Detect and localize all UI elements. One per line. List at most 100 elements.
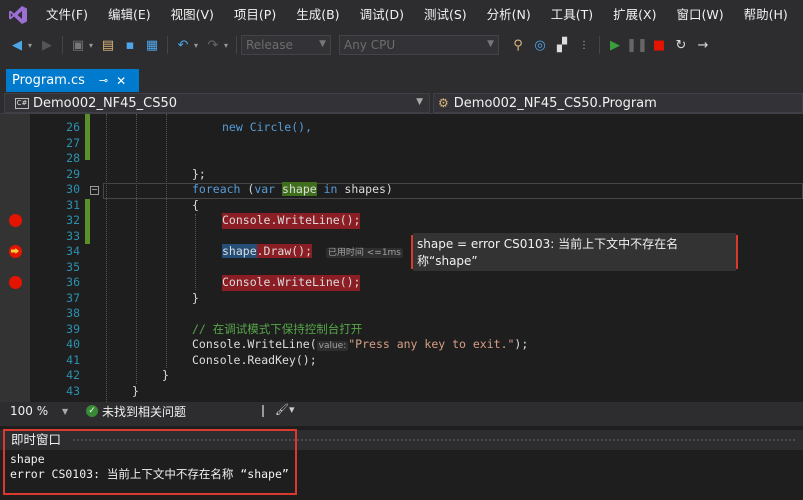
code-text: } <box>192 291 199 305</box>
code-line: 32 Console.WriteLine(); <box>0 213 803 229</box>
line-number: 33 <box>66 229 80 243</box>
line-number: 28 <box>66 151 80 165</box>
continue-icon[interactable]: ▶ <box>604 34 626 56</box>
browser-link-icon[interactable]: ◎ <box>529 34 551 56</box>
chevron-down-icon[interactable]: ▾ <box>28 41 36 50</box>
toolbar-separator <box>599 36 600 54</box>
chevron-down-icon[interactable]: ▾ <box>89 41 97 50</box>
toolbar-options-icon[interactable]: ⋮ <box>573 34 595 56</box>
line-number: 39 <box>66 322 80 336</box>
highlighted-variable[interactable]: shape <box>282 182 317 196</box>
restart-icon[interactable]: ↻ <box>670 34 692 56</box>
open-file-icon[interactable]: ▤ <box>97 34 119 56</box>
line-number: 42 <box>66 368 80 382</box>
solution-platform-value: Any CPU <box>344 38 396 52</box>
code-text: foreach (var shape in shapes) <box>192 182 393 198</box>
code-line: 30 foreach (var shape in shapes) <box>0 182 803 198</box>
menu-test[interactable]: 测试(S) <box>414 0 477 30</box>
code-line: 28 <box>0 151 803 167</box>
save-all-icon[interactable]: ▦ <box>141 34 163 56</box>
code-text: Console.WriteLine(value: "Press any key t… <box>192 337 528 355</box>
navigation-bar: C# Demo002_NF45_CS50 ▼ ⚙ Demo002_NF45_CS… <box>0 92 803 114</box>
code-text: ( <box>240 182 255 196</box>
menu-help[interactable]: 帮助(H) <box>734 0 798 30</box>
new-project-icon[interactable]: ▣ <box>67 34 89 56</box>
code-text: new Circle(), <box>222 120 312 136</box>
close-icon[interactable]: ✕ <box>116 74 126 88</box>
stop-icon[interactable]: ■ <box>648 34 670 56</box>
code-line: 42 } <box>0 368 803 384</box>
code-text: Console.WriteLine( <box>192 337 317 351</box>
menu-tools[interactable]: 工具(T) <box>541 0 603 30</box>
code-line: 31 { <box>0 198 803 214</box>
horizontal-scrollbar[interactable] <box>262 405 264 417</box>
debug-datatip[interactable]: shape = error CS0103: 当前上下文中不存在名称“shape” <box>411 233 738 271</box>
project-select[interactable]: C# Demo002_NF45_CS50 ▼ <box>4 93 430 113</box>
breakpoint-code-text: .Draw(); <box>256 244 313 258</box>
selected-variable[interactable]: shape <box>222 244 257 258</box>
perf-tip[interactable]: 已用时间 <=1ms <box>325 248 404 258</box>
code-line: 41 Console.ReadKey(); <box>0 353 803 369</box>
line-number: 31 <box>66 198 80 212</box>
code-line: 29 }; <box>0 167 803 183</box>
code-comment: // 在调试模式下保持控制台打开 <box>192 322 363 336</box>
save-icon[interactable]: ▪ <box>119 34 141 56</box>
line-number: 37 <box>66 291 80 305</box>
solution-configuration-select[interactable]: Release ▼ <box>241 35 331 55</box>
zoom-level[interactable]: 100 % <box>0 404 62 418</box>
pause-icon[interactable]: ❚❚ <box>626 34 648 56</box>
chevron-down-icon[interactable]: ▼ <box>62 407 86 416</box>
code-line: 27 <box>0 136 803 152</box>
navigate-forward-icon[interactable]: ▶ <box>36 34 58 56</box>
keyword: in <box>323 182 338 196</box>
pin-icon[interactable]: ⊸ <box>99 74 108 87</box>
menu-analyze[interactable]: 分析(N) <box>477 0 541 30</box>
tab-program-cs[interactable]: Program.cs ⊸ ✕ <box>6 69 139 92</box>
project-name: Demo002_NF45_CS50 <box>33 95 178 111</box>
navigate-back-icon[interactable]: ◀ <box>6 34 28 56</box>
menu-edit[interactable]: 编辑(E) <box>98 0 161 30</box>
menu-window[interactable]: 窗口(W) <box>666 0 733 30</box>
menu-debug[interactable]: 调试(D) <box>350 0 414 30</box>
issues-status[interactable]: 未找到相关问题 <box>102 403 186 420</box>
code-text: shapes) <box>337 182 393 196</box>
line-number: 36 <box>66 275 80 289</box>
code-text: } <box>162 368 169 382</box>
breakpoint-code-text: Console.WriteLine(); <box>222 213 361 229</box>
menu-file[interactable]: 文件(F) <box>36 0 98 30</box>
menu-build[interactable]: 生成(B) <box>286 0 349 30</box>
code-line: 38 <box>0 306 803 322</box>
chevron-down-icon[interactable]: ▾ <box>224 41 232 50</box>
redo-icon[interactable]: ↷ <box>202 34 224 56</box>
solution-platform-select[interactable]: Any CPU ▼ <box>339 35 499 55</box>
code-text: ); <box>514 337 529 351</box>
line-number: 29 <box>66 167 80 181</box>
code-text: Console.ReadKey(); <box>192 353 317 367</box>
code-text: { <box>192 198 199 212</box>
find-in-files-icon[interactable]: ⚲ <box>507 34 529 56</box>
show-next-statement-icon[interactable]: → <box>692 34 714 56</box>
layout-icon[interactable]: ▞ <box>551 34 573 56</box>
line-number: 41 <box>66 353 80 367</box>
chevron-down-icon[interactable]: ▾ <box>194 41 202 50</box>
menu-project[interactable]: 项目(P) <box>224 0 286 30</box>
menu-extensions[interactable]: 扩展(X) <box>603 0 666 30</box>
toolbar-separator <box>62 36 63 54</box>
tab-title: Program.cs <box>12 73 85 88</box>
code-text: shape.Draw(); 已用时间 <=1ms <box>222 244 404 262</box>
keyword: var <box>254 182 276 196</box>
type-select[interactable]: ⚙ Demo002_NF45_CS50.Program <box>433 93 803 113</box>
menu-view[interactable]: 视图(V) <box>161 0 224 30</box>
code-line: 37 } <box>0 291 803 307</box>
check-circle-icon: ✓ <box>86 405 98 417</box>
line-number: 38 <box>66 306 80 320</box>
undo-icon[interactable]: ↶ <box>172 34 194 56</box>
code-cleanup-icon[interactable]: 🖌▾ <box>275 403 295 416</box>
line-number: 43 <box>66 384 80 398</box>
type-name: Demo002_NF45_CS50.Program <box>453 95 657 111</box>
parameter-hint: value: <box>316 341 349 351</box>
menu-bar: 文件(F) 编辑(E) 视图(V) 项目(P) 生成(B) 调试(D) 测试(S… <box>0 0 803 30</box>
datatip-text: shape = error CS0103: 当前上下文中不存在名称“shape” <box>413 233 736 271</box>
line-number: 32 <box>66 213 80 227</box>
document-tab-strip: Program.cs ⊸ ✕ <box>0 60 803 152</box>
